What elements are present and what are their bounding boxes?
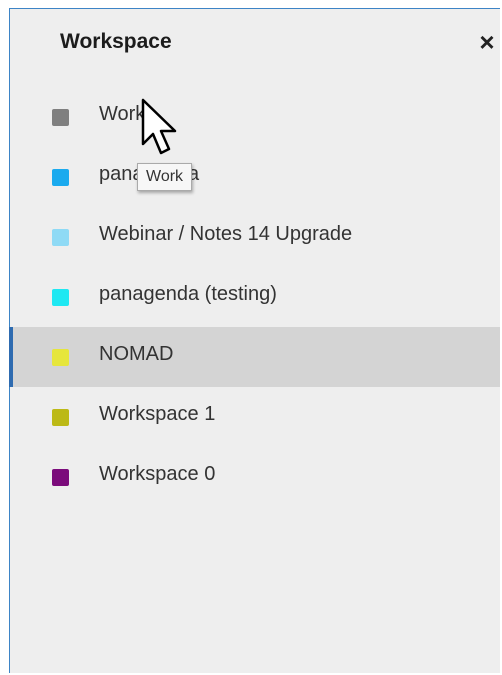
workspace-list: Work panagenda Webinar / Notes 14 Upgrad… (9, 87, 500, 507)
color-swatch (52, 109, 69, 126)
color-swatch (52, 169, 69, 186)
color-swatch (52, 409, 69, 426)
workspace-item-workspace-0[interactable]: Workspace 0 (10, 447, 500, 507)
workspace-item-work[interactable]: Work (10, 87, 500, 147)
color-swatch (52, 349, 69, 366)
panel-header: Workspace × (10, 9, 500, 79)
color-swatch (52, 229, 69, 246)
color-swatch (52, 469, 69, 486)
workspace-item-nomad[interactable]: NOMAD (9, 327, 500, 387)
panel-title: Workspace (60, 30, 172, 53)
workspace-label: Work (99, 103, 146, 125)
close-icon[interactable]: × (476, 29, 498, 55)
workspace-label: Webinar / Notes 14 Upgrade (99, 223, 353, 245)
workspace-item-panagenda-testing[interactable]: panagenda (testing) (10, 267, 500, 327)
workspace-label: Workspace 1 (99, 403, 216, 425)
workspace-item-webinar[interactable]: Webinar / Notes 14 Upgrade (10, 207, 500, 267)
workspace-item-workspace-1[interactable]: Workspace 1 (10, 387, 500, 447)
workspace-label: Workspace 0 (99, 463, 216, 485)
workspace-label: NOMAD (99, 343, 174, 365)
mouse-pointer-icon (141, 98, 177, 155)
tooltip: Work (137, 163, 193, 191)
workspace-item-panagenda[interactable]: panagenda (10, 147, 500, 207)
color-swatch (52, 289, 69, 306)
workspace-panel: Workspace × Work panagenda Webinar / Not… (9, 8, 500, 673)
workspace-label: panagenda (testing) (99, 283, 277, 305)
